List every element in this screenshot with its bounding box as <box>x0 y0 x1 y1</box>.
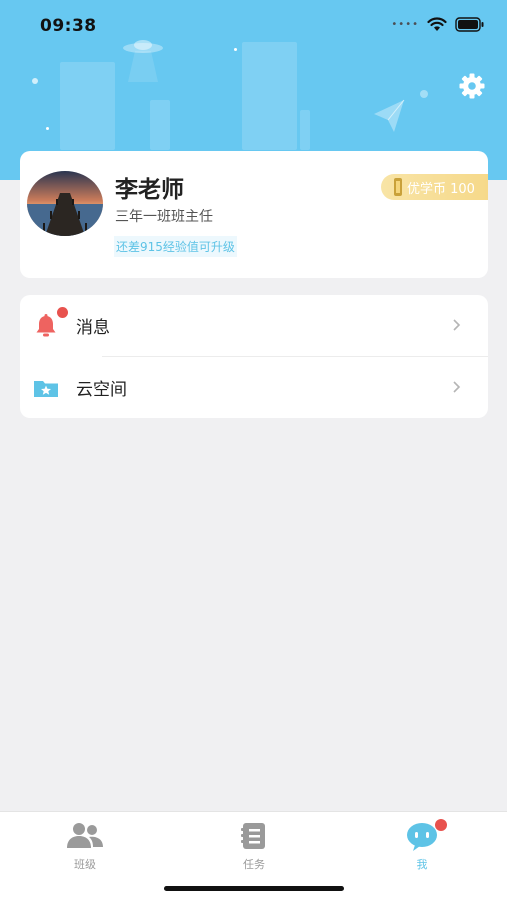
decor-building <box>60 62 115 150</box>
coins-badge[interactable]: 优学币 100 <box>381 174 488 200</box>
status-icons: •••• <box>391 17 485 32</box>
teacher-name: 李老师 <box>115 177 184 203</box>
decor-building <box>150 100 170 150</box>
folder-star-icon <box>34 381 58 397</box>
people-icon <box>67 823 103 848</box>
status-time: 09:38 <box>40 16 97 36</box>
sparkle-decor <box>420 90 428 98</box>
cellular-signal-icon: •••• <box>391 19 419 30</box>
wifi-icon <box>427 17 447 31</box>
tab-me[interactable]: 我 <box>372 818 472 871</box>
decor-building <box>300 110 310 150</box>
menu-item-cloud-space[interactable]: 云空间 <box>20 357 488 418</box>
teacher-role: 三年一班班主任 <box>115 209 213 225</box>
status-bar: 09:38 •••• <box>0 0 507 52</box>
profile-card[interactable]: 李老师 三年一班班主任 还差915经验值可升级 优学币 100 <box>20 151 488 278</box>
gear-icon[interactable] <box>458 72 486 100</box>
sparkle-decor <box>32 78 38 84</box>
notification-badge <box>57 307 68 318</box>
notification-badge <box>435 819 447 831</box>
avatar[interactable] <box>27 171 103 236</box>
chevron-right-icon <box>453 319 461 331</box>
tab-task[interactable]: 任务 <box>204 818 304 871</box>
tab-label: 任务 <box>243 858 265 871</box>
upgrade-hint: 还差915经验值可升级 <box>114 236 237 257</box>
paper-plane-decor-icon <box>374 99 405 132</box>
battery-icon <box>455 17 484 32</box>
bell-icon <box>36 314 56 337</box>
tab-label: 我 <box>416 858 428 871</box>
sparkle-decor <box>46 127 49 130</box>
home-indicator <box>164 886 344 891</box>
tab-class[interactable]: 班级 <box>35 818 135 871</box>
chevron-right-icon <box>453 381 461 393</box>
menu-item-label: 云空间 <box>76 380 127 400</box>
decor-building <box>242 42 297 150</box>
menu-item-messages[interactable]: 消息 <box>20 295 488 356</box>
menu-item-label: 消息 <box>76 318 110 338</box>
coins-label: 优学币 100 <box>407 181 475 197</box>
tab-label: 班级 <box>74 858 96 871</box>
coin-icon <box>394 178 402 196</box>
menu-card: 消息 云空间 <box>20 295 488 418</box>
notebook-icon <box>241 823 265 849</box>
tab-bar: 班级 任务 我 <box>0 811 507 900</box>
